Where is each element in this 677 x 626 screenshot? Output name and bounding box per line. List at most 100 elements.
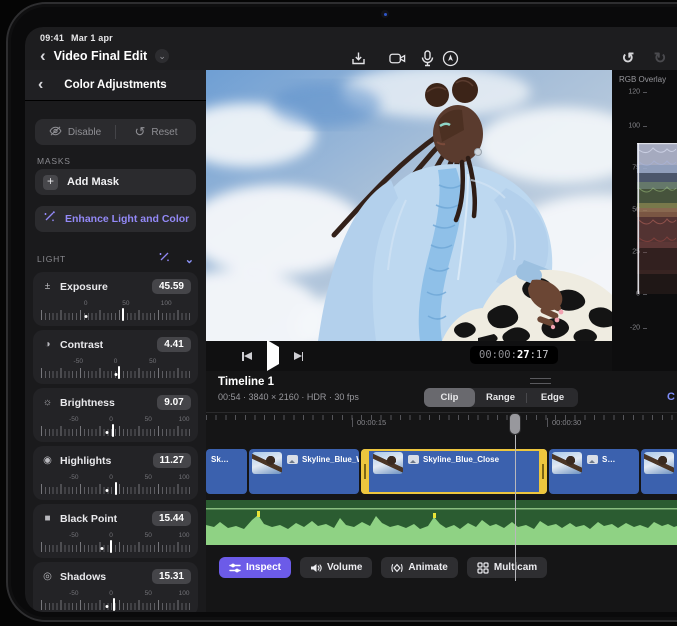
status-bar: 09:41 Mar 1 apr (40, 33, 120, 43)
clip-edge-partial[interactable] (641, 449, 677, 494)
enhance-label: Enhance Light and Color (65, 213, 189, 225)
highlights-ruler[interactable]: -50 0 50 100 (41, 474, 190, 494)
photo-icon (587, 455, 598, 464)
timeline-title: Timeline 1 (218, 376, 274, 388)
reset-button[interactable]: ↺ Reset (116, 119, 196, 145)
slider-brightness[interactable]: ☼ Brightness 9.07 -50 0 50 100 (33, 388, 198, 442)
clip-skyline-blue-wide[interactable]: Skyline_Blue_Wide (249, 449, 359, 494)
clip-thumbnail (644, 452, 674, 474)
edit-mode-segmented-control: Clip Range Edge (424, 388, 578, 407)
plus-icon: + (43, 175, 58, 190)
segment-range[interactable]: Range (475, 388, 526, 407)
contrast-ruler[interactable]: -50 0 50 (41, 358, 190, 378)
segment-edge[interactable]: Edge (527, 388, 578, 407)
chevron-down-icon[interactable]: ⌄ (155, 49, 169, 63)
brightness-ruler[interactable]: -50 0 50 100 (41, 416, 190, 436)
clip-thumbnail (552, 452, 582, 474)
black-point-value[interactable]: 15.44 (152, 511, 191, 526)
light-label: LIGHT (37, 254, 66, 264)
status-time: 09:41 (40, 33, 64, 43)
playhead-handle[interactable] (509, 413, 521, 435)
front-camera (381, 10, 389, 18)
slider-contrast[interactable]: ◑ Contrast 4.41 -50 0 50 (33, 330, 198, 384)
shadows-ruler[interactable]: -50 0 50 100 (41, 590, 190, 610)
light-section-header[interactable]: LIGHT ⌄ (37, 250, 194, 268)
animate-button[interactable]: Animate (381, 557, 457, 578)
segment-clip[interactable]: Clip (424, 388, 475, 407)
shadows-icon: ◎ (42, 571, 53, 582)
volume-button[interactable]: Volume (300, 557, 372, 578)
timeline-toolbar: Inspect Volume Animate (219, 557, 547, 578)
playhead-line (515, 433, 517, 581)
trim-handle-right[interactable] (539, 449, 547, 494)
highlights-icon: ◉ (42, 455, 53, 466)
disable-button[interactable]: Disable (35, 119, 115, 145)
skip-forward-button[interactable] (294, 352, 304, 361)
timecode-display[interactable]: 00:00:27:17 (470, 346, 558, 364)
slider-shadows[interactable]: ◎ Shadows 15.31 -50 0 50 100 (33, 562, 198, 612)
slider-black-point[interactable]: ■ Black Point 15.44 -50 0 50 100 (33, 504, 198, 558)
keyframe-icon (391, 562, 403, 574)
rgb-overlay-scope[interactable]: RGB Overlay 120 100 75 50 25 0 -20 (612, 70, 677, 371)
project-title[interactable]: Video Final Edit (54, 49, 148, 63)
pencil-circle-icon[interactable] (439, 49, 461, 67)
light-wand-icon[interactable] (158, 250, 171, 268)
photo-icon (408, 455, 419, 464)
skip-back-button[interactable] (242, 352, 252, 361)
reset-icon: ↺ (134, 127, 145, 137)
undo-icon[interactable]: ↺ (617, 49, 639, 67)
clip-thumbnail (373, 452, 403, 474)
masks-section-label: MASKS (37, 156, 71, 166)
video-frame-illustration (206, 70, 612, 341)
color-adjustments-panel: ‹ Color Adjustments Disable ↺ Reset (25, 70, 206, 612)
eye-off-icon (49, 126, 62, 139)
import-icon[interactable] (347, 49, 369, 67)
exposure-ruler[interactable]: 0 50 100 (41, 300, 190, 320)
clip-s-truncated[interactable]: S… (549, 449, 639, 494)
audio-waveform (206, 500, 677, 545)
highlights-value[interactable]: 11.27 (153, 453, 191, 468)
clip-skyline-partial[interactable]: Sk… (206, 449, 247, 494)
black-point-ruler[interactable]: -50 0 50 100 (41, 532, 190, 552)
inspect-button[interactable]: Inspect (219, 557, 291, 578)
app-screen: 09:41 Mar 1 apr ‹ Video Final Edit ⌄ (25, 27, 677, 612)
timeline-panel: Timeline 1 00:54 · 3840 × 2160 · HDR · 3… (206, 371, 677, 612)
multicam-button[interactable]: Multicam (467, 557, 547, 578)
shadows-value[interactable]: 15.31 (152, 569, 191, 584)
status-date: Mar 1 apr (71, 33, 113, 43)
timeline-corner-button[interactable]: C (667, 391, 675, 403)
top-toolbar: 09:41 Mar 1 apr ‹ Video Final Edit ⌄ (25, 27, 677, 70)
add-mask-label: Add Mask (67, 176, 119, 188)
audio-track[interactable] (206, 500, 677, 545)
slider-exposure[interactable]: ± Exposure 45.59 0 50 100 (33, 272, 198, 326)
slider-highlights[interactable]: ◉ Highlights 11.27 -50 0 50 100 (33, 446, 198, 500)
panel-title: Color Adjustments (25, 79, 206, 91)
add-mask-button[interactable]: + Add Mask (35, 169, 196, 195)
clip-skyline-blue-close[interactable]: Skyline_Blue_Close (361, 449, 547, 494)
redo-icon[interactable]: ↻ (649, 49, 671, 67)
disable-label: Disable (68, 127, 101, 138)
contrast-value[interactable]: 4.41 (157, 337, 191, 352)
play-button[interactable] (267, 347, 279, 365)
light-collapse-icon[interactable]: ⌄ (185, 253, 194, 266)
disable-reset-group: Disable ↺ Reset (35, 119, 196, 145)
contrast-icon: ◑ (42, 339, 53, 350)
panel-back-icon[interactable]: ‹ (38, 78, 43, 92)
exposure-value[interactable]: 45.59 (152, 279, 191, 294)
video-preview[interactable] (206, 70, 612, 341)
exposure-icon: ± (42, 281, 53, 292)
panel-header: ‹ Color Adjustments (25, 70, 206, 101)
mic-icon[interactable] (416, 49, 438, 67)
brightness-icon: ☼ (42, 397, 53, 408)
timeline-meta: 00:54 · 3840 × 2160 · HDR · 30 fps (218, 392, 359, 402)
camera-icon[interactable] (386, 49, 408, 67)
back-icon[interactable]: ‹ (40, 49, 46, 63)
drag-handle[interactable] (530, 378, 551, 384)
enhance-button[interactable]: Enhance Light and Color (35, 206, 196, 232)
timeline-ruler[interactable]: 00:00:15 00:00:30 (206, 412, 677, 428)
scope-waveform (612, 70, 677, 371)
trim-handle-left[interactable] (361, 449, 369, 494)
black-point-icon: ■ (42, 513, 53, 524)
photo-icon (287, 455, 298, 464)
brightness-value[interactable]: 9.07 (157, 395, 191, 410)
